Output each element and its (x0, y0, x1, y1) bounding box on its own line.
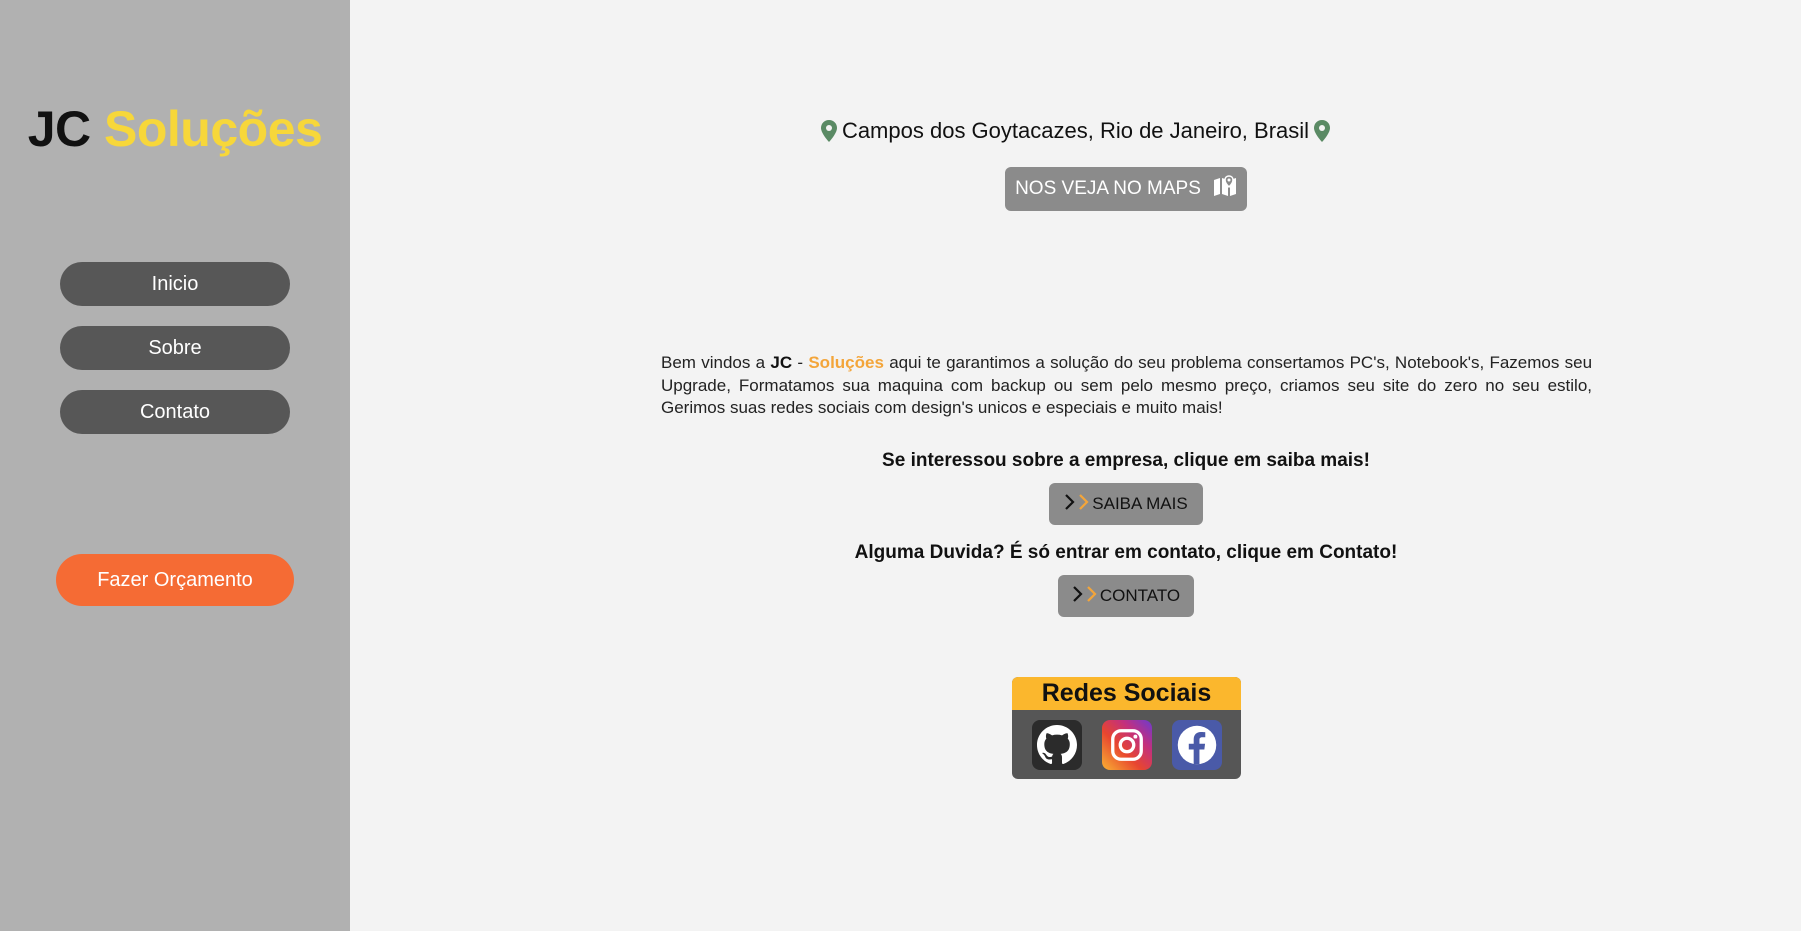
maps-button[interactable]: NOS VEJA NO MAPS (1005, 167, 1247, 211)
intro-brand-solucoes: Soluções (808, 353, 884, 372)
contato-button[interactable]: CONTATO (1058, 575, 1194, 617)
github-icon[interactable] (1031, 720, 1082, 770)
nav-button-label: Inicio (151, 272, 199, 295)
map-pin-icon (820, 120, 838, 142)
chevron-right-icon (1086, 585, 1098, 608)
social-box: Redes Sociais (1012, 677, 1241, 779)
nav-button-label: Sobre (148, 336, 202, 359)
nav-button-inicio[interactable]: Inicio (60, 262, 290, 306)
cta-question-saiba-mais: Se interessou sobre a empresa, clique em… (882, 450, 1370, 471)
intro-dash: - (797, 353, 804, 372)
location-text: Campos dos Goytacazes, Rio de Janeiro, B… (841, 118, 1310, 143)
social-icons (1012, 710, 1241, 770)
saiba-mais-button[interactable]: SAIBA MAIS (1049, 483, 1203, 525)
maps-button-label: NOS VEJA NO MAPS (1015, 178, 1201, 199)
intro-brand-jc: JC (770, 353, 793, 372)
saiba-mais-label: SAIBA MAIS (1092, 494, 1188, 513)
social-title: Redes Sociais (1012, 677, 1241, 710)
main-content: Campos dos Goytacazes, Rio de Janeiro, B… (350, 0, 1801, 931)
intro-text-start: Bem vindos a (661, 353, 766, 372)
instagram-icon[interactable] (1101, 720, 1152, 770)
intro-paragraph: Bem vindos a JC - Soluções aqui te garan… (661, 352, 1592, 420)
cta-question-contato: Alguma Duvida? É só entrar em contato, c… (854, 542, 1398, 563)
facebook-icon[interactable] (1171, 720, 1222, 770)
chevron-right-icon (1078, 493, 1090, 516)
nav-button-sobre[interactable]: Sobre (60, 326, 290, 370)
chevron-right-icon (1072, 585, 1084, 608)
contato-label: CONTATO (1099, 586, 1181, 605)
nav-button-label: Contato (139, 400, 211, 423)
map-pin-icon (1313, 120, 1331, 142)
chevron-right-icon (1064, 493, 1076, 516)
location-line: Campos dos Goytacazes, Rio de Janeiro, B… (0, 118, 1801, 144)
quote-button-label: Fazer Orçamento (97, 568, 253, 591)
nav-button-contato[interactable]: Contato (60, 390, 290, 434)
map-icon (1213, 175, 1237, 203)
quote-button[interactable]: Fazer Orçamento (56, 554, 294, 606)
